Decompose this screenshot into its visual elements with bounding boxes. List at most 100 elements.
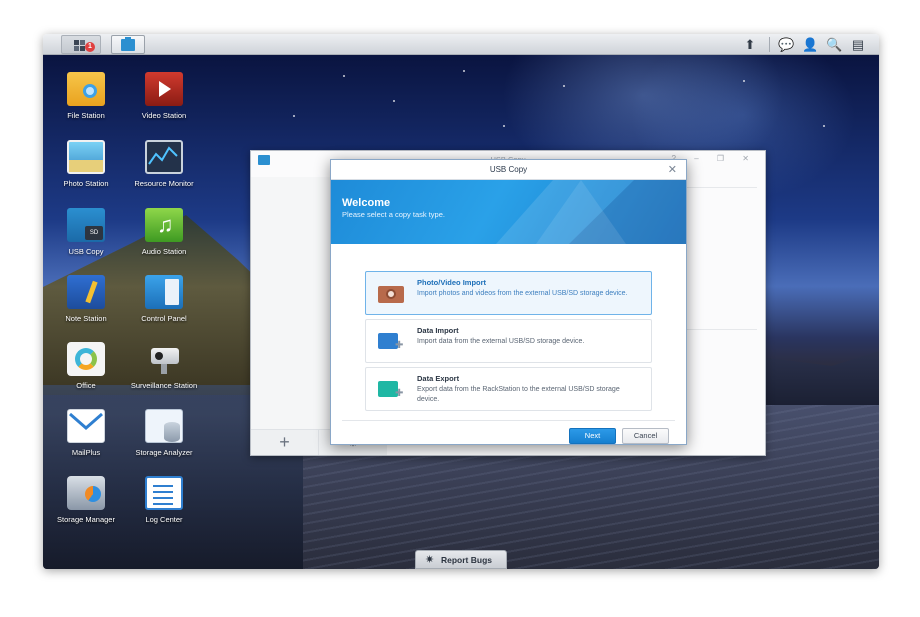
star	[503, 125, 505, 127]
usb-copy-wizard-dialog: USB Copy ✕ Welcome Please select a copy …	[330, 159, 687, 445]
upload-icon[interactable]: ⬆	[742, 37, 758, 52]
desktop-icon-label: Photo Station	[63, 179, 109, 188]
music-icon: ♫	[145, 208, 183, 242]
desktop-icon-surveillance-station[interactable]: Surveillance Station	[121, 342, 207, 390]
desktop-icon-control-panel[interactable]: Control Panel	[121, 275, 207, 323]
option-description: Import photos and videos from the extern…	[417, 290, 628, 297]
option-title: Photo/Video Import	[417, 278, 487, 287]
arrow-icon: ✚	[395, 388, 404, 399]
desktop-icon-label: File Station	[67, 111, 105, 120]
desktop-icon-label: Video Station	[141, 111, 187, 120]
screen-frame: 1 ⬆ 💬 👤 🔍 ▤ File Station Video Station P…	[43, 34, 879, 569]
desktop-icon-log-center[interactable]: Log Center	[121, 476, 207, 524]
desktop-icon-label: Resource Monitor	[134, 179, 194, 188]
storage-analyzer-icon	[145, 409, 183, 443]
dialog-titlebar: USB Copy ✕	[331, 160, 686, 180]
sd-card-icon: SD	[85, 226, 103, 240]
welcome-subheading: Please select a copy task type.	[342, 210, 445, 219]
option-title: Data Import	[417, 326, 459, 335]
star	[463, 70, 465, 72]
welcome-heading: Welcome	[342, 197, 391, 209]
desktop-icon-label: MailPlus	[71, 448, 101, 457]
sliders-icon	[165, 279, 179, 305]
desktop-icon-note-station[interactable]: Note Station	[43, 275, 129, 323]
chat-icon[interactable]: 💬	[778, 37, 794, 52]
star	[823, 125, 825, 127]
graph-line	[148, 146, 178, 165]
magnifier-icon	[83, 84, 97, 98]
main-menu-icon	[74, 40, 79, 45]
main-menu-icon-part	[80, 40, 85, 45]
star	[343, 75, 345, 77]
footer-divider	[342, 420, 675, 421]
desktop-icon-file-station[interactable]: File Station	[43, 72, 129, 120]
next-button[interactable]: Next	[569, 428, 616, 444]
widgets-icon[interactable]: ▤	[850, 37, 866, 52]
beach-icon	[69, 160, 103, 172]
star	[743, 80, 745, 82]
option-title: Data Export	[417, 374, 460, 383]
option-data-export[interactable]: ✚ Data Export Export data from the RackS…	[365, 367, 652, 411]
bug-icon: ✷	[425, 554, 435, 566]
option-description: Export data from the RackStation to the …	[417, 386, 620, 403]
data-export-icon: ✚	[378, 379, 404, 399]
user-icon[interactable]: 👤	[802, 37, 818, 52]
envelope-icon	[69, 412, 103, 430]
star	[563, 85, 565, 87]
taskbar: 1 ⬆ 💬 👤 🔍 ▤	[43, 34, 879, 55]
taskbar-divider	[769, 37, 770, 52]
play-icon	[159, 81, 171, 97]
option-description: Import data from the external USB/SD sto…	[417, 338, 585, 345]
desktop-icon-storage-manager[interactable]: Storage Manager	[43, 476, 129, 524]
desktop-icon-usb-copy[interactable]: SD USB Copy	[43, 208, 129, 256]
desktop-icon-label: Office	[76, 381, 96, 390]
office-icon	[67, 342, 105, 376]
folder-icon	[67, 72, 105, 106]
main-menu-icon-part	[74, 46, 79, 51]
photo-icon	[67, 140, 105, 174]
option-photo-video-import[interactable]: Photo/Video Import Import photos and vid…	[365, 271, 652, 315]
note-icon: ♫	[157, 212, 174, 237]
report-bugs-button[interactable]: ✷ Report Bugs	[415, 550, 507, 569]
desktop-icon-label: Storage Analyzer	[135, 448, 193, 457]
log-lines	[153, 485, 173, 487]
desktop-icon-audio-station[interactable]: ♫ Audio Station	[121, 208, 207, 256]
desktop-icon-office[interactable]: Office	[43, 342, 129, 390]
taskbar-usb-copy-button[interactable]	[111, 35, 145, 54]
search-icon[interactable]: 🔍	[826, 37, 842, 52]
desktop-icon-label: Log Center	[145, 515, 183, 524]
storage-manager-icon	[67, 476, 105, 510]
pencil-icon	[85, 280, 98, 304]
star	[293, 115, 295, 117]
dialog-title: USB Copy	[489, 165, 528, 174]
add-task-button[interactable]: +	[251, 429, 319, 455]
welcome-banner: Welcome Please select a copy task type.	[331, 180, 686, 244]
cancel-button[interactable]: Cancel	[622, 428, 669, 444]
control-panel-icon	[145, 275, 183, 309]
usb-icon: SD	[67, 208, 105, 242]
desktop-icon-resource-monitor[interactable]: Resource Monitor	[121, 140, 207, 188]
desktop-icon-photo-station[interactable]: Photo Station	[43, 140, 129, 188]
camera-icon	[145, 342, 183, 376]
monitor-graph-icon	[145, 140, 183, 174]
usb-copy-icon	[121, 37, 135, 51]
close-icon[interactable]: ✕	[668, 160, 677, 180]
mail-icon	[67, 409, 105, 443]
main-menu-button[interactable]: 1	[61, 35, 101, 54]
report-bugs-label: Report Bugs	[441, 555, 492, 565]
option-data-import[interactable]: ✚ Data Import Import data from the exter…	[365, 319, 652, 363]
video-icon	[145, 72, 183, 106]
desktop-icon-label: Control Panel	[141, 314, 187, 323]
database-icon	[164, 422, 180, 442]
notification-badge: 1	[85, 42, 95, 52]
pie-icon	[85, 486, 101, 502]
arrow-icon: ✚	[395, 340, 404, 351]
camera-mount	[161, 364, 167, 374]
desktop-icon-video-station[interactable]: Video Station	[121, 72, 207, 120]
desktop-icon-mailplus[interactable]: MailPlus	[43, 409, 129, 457]
data-import-icon: ✚	[378, 331, 404, 351]
camera-lens	[155, 352, 163, 360]
notebook-icon	[67, 275, 105, 309]
desktop-icon-storage-analyzer[interactable]: Storage Analyzer	[121, 409, 207, 457]
desktop-icon-label: USB Copy	[68, 247, 104, 256]
